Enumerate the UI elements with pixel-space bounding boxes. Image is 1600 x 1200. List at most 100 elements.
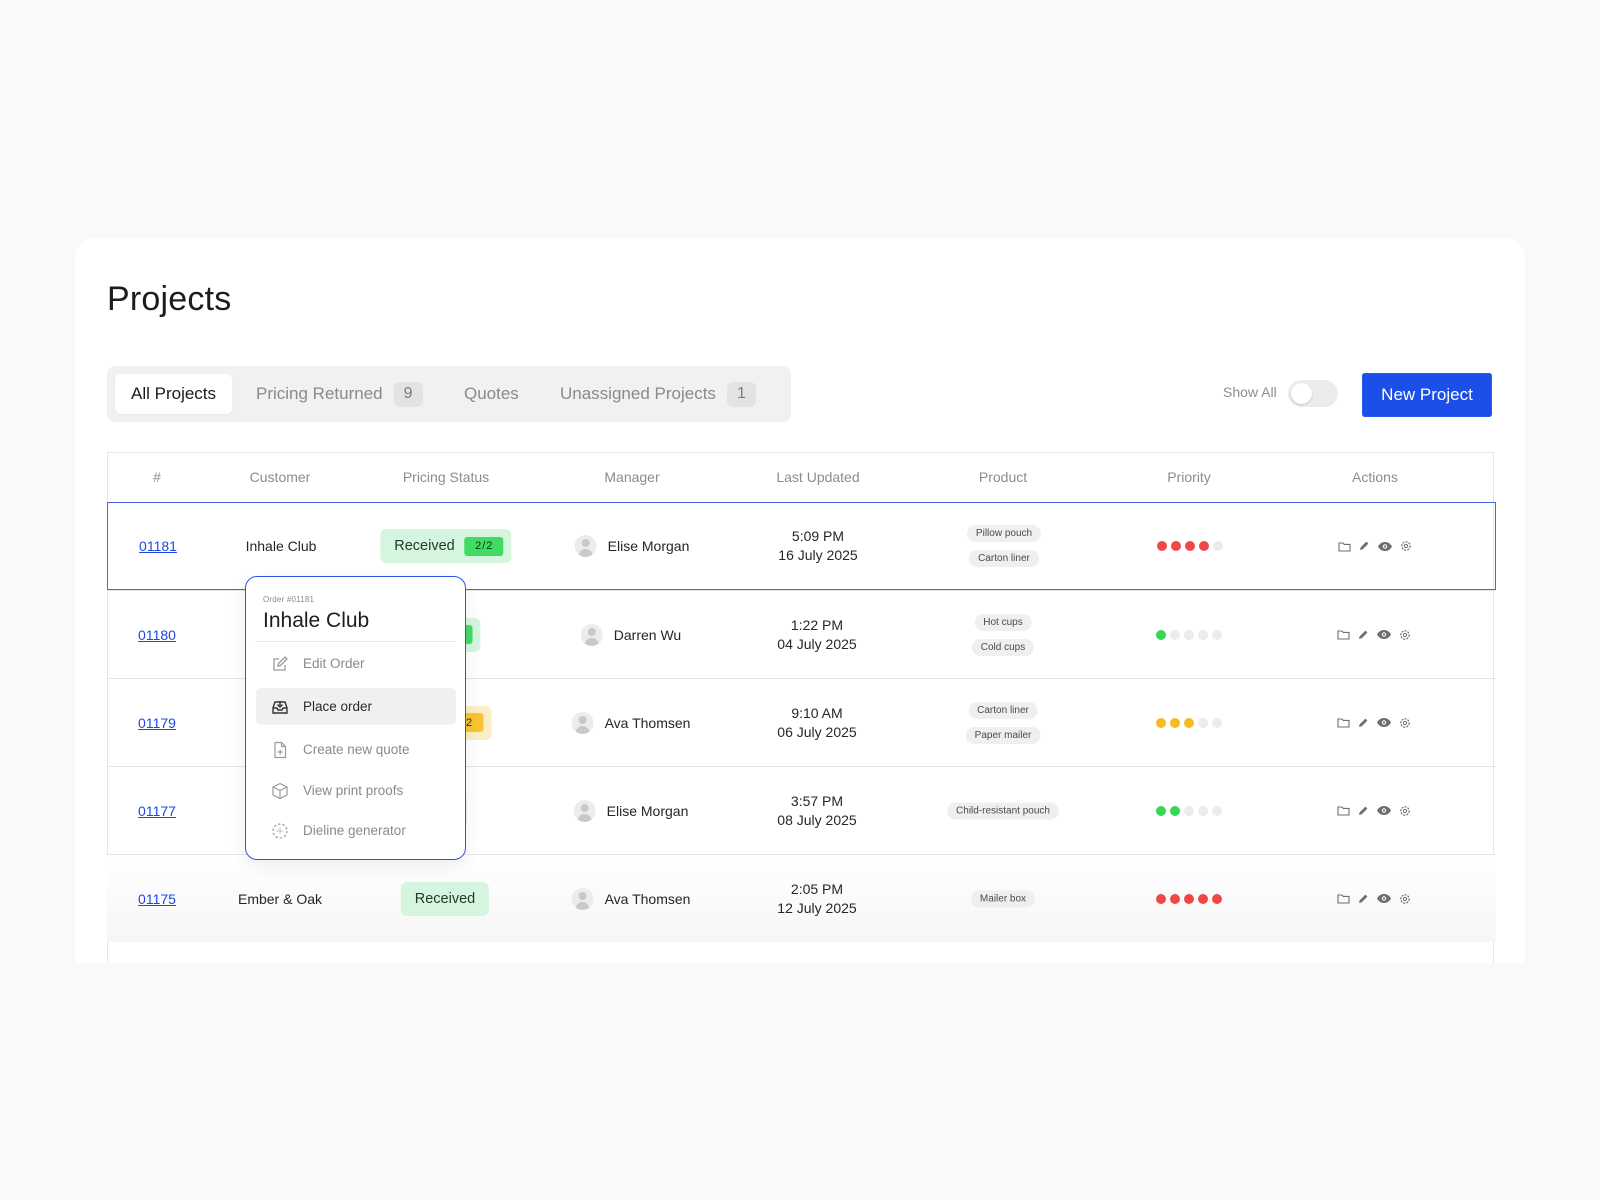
- last-updated-cell: 1:22 PM 04 July 2025: [777, 616, 856, 654]
- updated-date: 06 July 2025: [777, 723, 857, 740]
- avatar: [580, 623, 603, 646]
- priority-dot: [1212, 893, 1222, 904]
- manager-cell: Elise Morgan: [573, 799, 689, 822]
- menu-item-view-print-proofs[interactable]: View print proofs: [256, 772, 456, 809]
- priority-dot: [1198, 717, 1208, 728]
- priority-dot: [1184, 805, 1194, 816]
- updated-date: 04 July 2025: [777, 635, 857, 652]
- avatar: [574, 535, 597, 557]
- order-context-menu: Order #01181 Inhale Club Edit Order Place…: [245, 576, 466, 860]
- product-chip: Child-resistant pouch: [947, 802, 1059, 819]
- order-number-link[interactable]: 01180: [138, 627, 176, 643]
- column-header-manager[interactable]: Manager: [604, 469, 659, 485]
- pencil-icon[interactable]: [1358, 540, 1370, 552]
- product-chip: Mailer box: [970, 890, 1036, 907]
- column-header-pricing-status[interactable]: Pricing Status: [403, 469, 489, 485]
- tab-pricing-returned[interactable]: Pricing Returned 9: [256, 374, 423, 414]
- gear-icon[interactable]: [1399, 717, 1411, 729]
- toggle-knob: [1291, 383, 1312, 404]
- priority-dot: [1170, 717, 1180, 728]
- priority-indicator: [1156, 805, 1222, 816]
- priority-dot: [1198, 893, 1208, 904]
- column-header-priority[interactable]: Priority: [1167, 469, 1211, 485]
- manager-name: Elise Morgan: [606, 802, 689, 819]
- eye-icon[interactable]: [1376, 805, 1392, 816]
- priority-dot: [1212, 805, 1222, 816]
- column-header-customer[interactable]: Customer: [250, 469, 311, 485]
- product-chip: Carton liner: [969, 550, 1039, 567]
- eye-icon[interactable]: [1376, 629, 1392, 640]
- tab-unassigned-projects[interactable]: Unassigned Projects 1: [560, 374, 756, 414]
- inbox-download-icon: [271, 698, 303, 716]
- priority-dot: [1170, 629, 1180, 640]
- updated-date: 12 July 2025: [777, 899, 857, 916]
- pencil-icon[interactable]: [1357, 805, 1369, 817]
- gear-icon[interactable]: [1399, 805, 1411, 817]
- priority-dot: [1157, 541, 1167, 551]
- priority-dot: [1170, 893, 1180, 904]
- column-header-number[interactable]: #: [153, 469, 161, 485]
- project-tabs: All Projects Pricing Returned 9 Quotes U…: [107, 366, 791, 422]
- folder-icon[interactable]: [1337, 805, 1350, 816]
- priority-dot: [1156, 893, 1166, 904]
- pencil-icon[interactable]: [1357, 893, 1369, 905]
- gear-icon[interactable]: [1399, 893, 1411, 905]
- pencil-icon[interactable]: [1357, 717, 1369, 729]
- pricing-status-badge: Received: [400, 881, 490, 916]
- folder-icon[interactable]: [1337, 629, 1350, 640]
- updated-date: 08 July 2025: [777, 811, 857, 828]
- updated-date: 16 July 2025: [778, 547, 858, 563]
- product-chip: Pillow pouch: [966, 525, 1042, 542]
- row-actions: [1337, 717, 1411, 729]
- status-label: Received: [414, 890, 476, 907]
- page-title: Projects: [107, 280, 232, 318]
- eye-icon[interactable]: [1377, 541, 1393, 552]
- status-count: 2/2: [464, 536, 504, 556]
- tab-quotes[interactable]: Quotes: [464, 374, 519, 414]
- column-header-product[interactable]: Product: [979, 469, 1027, 485]
- folder-icon[interactable]: [1338, 541, 1351, 552]
- last-updated-cell: 5:09 PM 16 July 2025: [778, 527, 857, 565]
- menu-item-edit-order[interactable]: Edit Order: [256, 645, 456, 682]
- last-updated-cell: 2:05 PM 12 July 2025: [777, 880, 856, 918]
- folder-icon[interactable]: [1337, 893, 1350, 904]
- gear-icon[interactable]: [1399, 629, 1411, 641]
- menu-item-label: Create new quote: [303, 742, 410, 757]
- manager-cell: Ava Thomsen: [571, 711, 690, 734]
- order-number-link[interactable]: 01181: [139, 538, 177, 554]
- pencil-icon[interactable]: [1357, 629, 1369, 641]
- eye-icon[interactable]: [1376, 893, 1392, 904]
- order-number-link[interactable]: 01177: [138, 803, 176, 819]
- row-actions: [1338, 540, 1412, 552]
- order-number-link[interactable]: 01175: [138, 891, 176, 907]
- menu-item-label: Place order: [303, 699, 373, 714]
- menu-item-create-new-quote[interactable]: Create new quote: [256, 731, 456, 768]
- manager-name: Elise Morgan: [607, 538, 690, 554]
- context-menu-order-number: Order #01181: [263, 595, 315, 604]
- priority-dot: [1213, 541, 1223, 551]
- priority-dot: [1184, 893, 1194, 904]
- updated-time: 1:22 PM: [790, 616, 844, 633]
- folder-icon[interactable]: [1337, 717, 1350, 728]
- manager-cell: Darren Wu: [580, 623, 681, 646]
- avatar: [571, 711, 594, 734]
- menu-item-place-order[interactable]: Place order: [256, 688, 456, 725]
- customer-name: Inhale Club: [245, 538, 317, 554]
- eye-icon[interactable]: [1376, 717, 1392, 728]
- column-header-last-updated[interactable]: Last Updated: [776, 469, 859, 485]
- priority-dot: [1171, 541, 1181, 551]
- order-number-link[interactable]: 01179: [138, 715, 176, 731]
- menu-item-dieline-generator[interactable]: Dieline generator: [256, 812, 456, 849]
- priority-indicator: [1156, 893, 1222, 904]
- product-list: Carton liner Paper mailer: [965, 701, 1041, 744]
- show-all-toggle[interactable]: [1288, 380, 1338, 407]
- table-row[interactable]: 01175 Ember & Oak Received Ava Thomsen 2…: [107, 854, 1496, 942]
- gear-icon[interactable]: [1400, 540, 1412, 552]
- cube-icon: [271, 782, 303, 800]
- tab-count-badge: 1: [726, 381, 756, 407]
- avatar: [571, 887, 594, 910]
- new-project-button[interactable]: New Project: [1362, 373, 1492, 417]
- tab-all-projects[interactable]: All Projects: [115, 374, 233, 414]
- menu-item-label: View print proofs: [303, 783, 404, 798]
- last-updated-cell: 3:57 PM 08 July 2025: [777, 792, 856, 830]
